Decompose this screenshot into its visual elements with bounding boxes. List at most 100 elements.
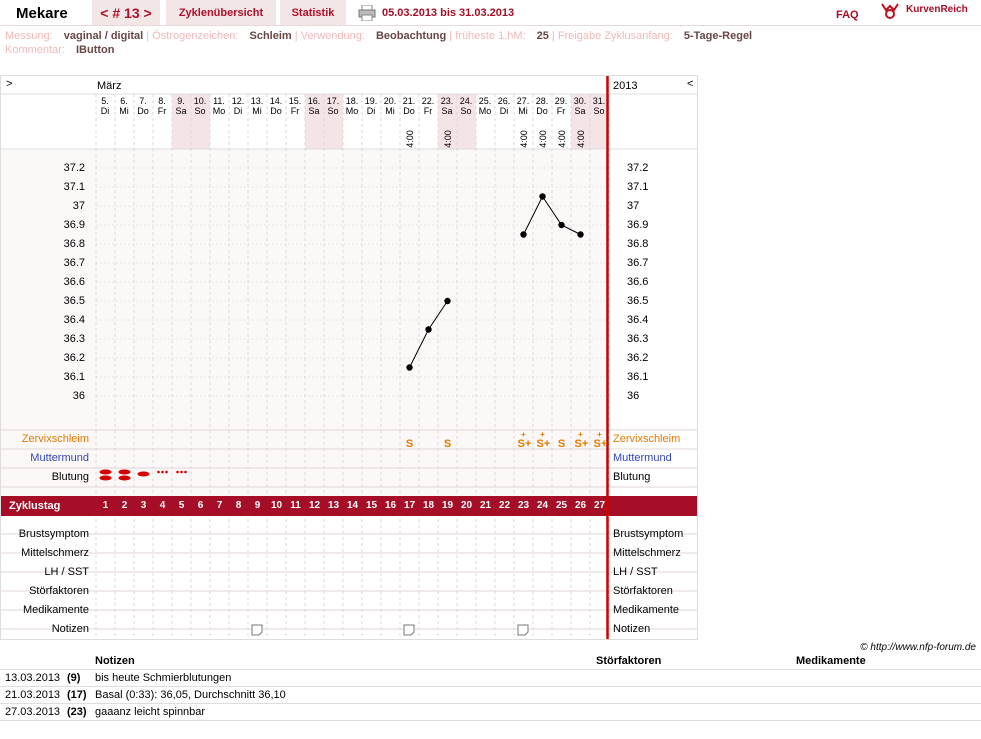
temp-axis-left-label: 36.7 (63, 257, 85, 269)
note-cycle-day: (17) (67, 689, 87, 701)
temp-axis-left-label: 36.4 (63, 314, 85, 326)
cycle-day-number: 9 (254, 500, 261, 511)
day-header-weekday: Mi (119, 106, 129, 116)
cycle-day-number: 12 (308, 500, 321, 511)
temp-axis-right-label: 36 (627, 390, 640, 402)
row-label-left: Störfaktoren (29, 585, 89, 597)
cycle-day-label: Zyklustag (9, 500, 61, 512)
day-header-weekday: Do (270, 106, 282, 116)
row-label-right: Muttermund (613, 452, 672, 464)
temp-axis-right-label: 36.7 (627, 257, 649, 269)
temp-axis-left-label: 36.2 (63, 352, 85, 364)
temp-axis-right-label: 36.5 (627, 295, 649, 307)
cycle-day-number: 4 (159, 500, 166, 511)
temp-axis-right-label: 36.6 (627, 276, 649, 288)
day-header-weekday: So (460, 106, 472, 116)
print-icon[interactable] (358, 4, 376, 22)
temp-axis-right-label: 36.8 (627, 238, 649, 250)
day-header-weekday: Mi (385, 106, 395, 116)
separator: | (294, 30, 298, 42)
cycle-day-number: 21 (479, 500, 492, 511)
cycle-day-number: 19 (441, 500, 454, 511)
cycle-day-number: 5 (178, 500, 185, 511)
day-header-weekday: Mi (252, 106, 262, 116)
measurement-time: 4:00 (404, 130, 415, 148)
day-header-weekday: Fr (423, 106, 433, 116)
cycle-day-number: 16 (384, 500, 397, 511)
temp-axis-left-label: 36 (72, 390, 85, 402)
day-header-weekday: Sa (175, 106, 187, 116)
row-label-left: LH / SST (44, 566, 89, 578)
temp-axis-left-label: 36.8 (63, 238, 85, 250)
mucus-symbol: + S+ (517, 431, 532, 451)
notes-header-row: Notizen Störfaktoren Medikamente (0, 653, 981, 670)
tab-statistics[interactable]: Statistik (280, 0, 346, 25)
cycle-day-number: 17 (403, 500, 416, 511)
mucus-letter: S+ (593, 438, 608, 450)
cycle-day-number: 13 (327, 500, 340, 511)
temp-axis-right-label: 36.3 (627, 333, 649, 345)
temp-axis-right-label: 36.1 (627, 371, 649, 383)
release-value: 5-Tage-Regel (683, 30, 753, 42)
row-label-right: Brustsymptom (613, 528, 684, 540)
cycle-day-number: 26 (574, 500, 587, 511)
row-label-right: LH / SST (613, 566, 658, 578)
notes-column-header: Notizen (95, 655, 135, 667)
separator: | (551, 30, 555, 42)
mucus-symbol: S (404, 432, 416, 450)
cycle-day-number: 1 (102, 500, 109, 511)
nav-prev-button[interactable]: > (6, 78, 12, 90)
medication-column-header: Medikamente (796, 655, 866, 667)
comment-label: Kommentar: (5, 44, 65, 56)
earliest-label: früheste 1.hM: (455, 30, 526, 42)
info-line-1: Messung: vaginal / digital | Östrogenzei… (5, 30, 752, 42)
temp-axis-right-label: 37 (627, 200, 640, 212)
day-header-weekday: So (593, 106, 605, 116)
cycle-info: Messung: vaginal / digital | Östrogenzei… (0, 28, 981, 62)
estrogen-label: Östrogenzeichen: (152, 30, 239, 42)
cycle-nav-button[interactable]: < # 13 > (92, 0, 160, 25)
temp-axis-left-label: 36.1 (63, 371, 85, 383)
temp-axis-left-label: 36.6 (63, 276, 85, 288)
cycle-day-number: 8 (235, 500, 242, 511)
note-text: gaaanz leicht spinnbar (95, 706, 206, 718)
temp-axis-left-label: 37.2 (63, 162, 85, 174)
row-label-left: Notizen (51, 623, 89, 635)
day-header-weekday: Fr (290, 106, 300, 116)
mucus-letter: S+ (574, 438, 589, 450)
disturbances-column-header: Störfaktoren (596, 655, 662, 667)
mucus-letter: S (557, 438, 566, 450)
tab-cycle-overview[interactable]: Zyklenübersicht (166, 0, 276, 25)
row-label-right: Notizen (613, 623, 651, 635)
mucus-symbol: S (442, 432, 454, 450)
cycle-day-number: 11 (290, 500, 301, 511)
cycle-day-number: 2 (121, 500, 128, 511)
cycle-day-number: 23 (517, 500, 530, 511)
row-label-right: Zervixschleim (613, 433, 681, 445)
day-header-weekday: Di (366, 106, 376, 116)
row-label-right: Blutung (613, 471, 651, 483)
cycle-day-number: 7 (216, 500, 223, 511)
measurement-time: 4:00 (442, 130, 453, 148)
faq-link[interactable]: FAQ (836, 9, 859, 21)
top-bar: Mekare < # 13 > Zyklenübersicht Statisti… (0, 0, 981, 26)
cycle-day-number: 27 (593, 500, 606, 511)
year-label: 2013 (613, 80, 638, 92)
mucus-symbol: + S+ (537, 431, 551, 451)
temp-axis-right-label: 37.1 (627, 181, 649, 193)
measurement-time: 4:00 (537, 130, 548, 148)
cycle-day-number: 25 (555, 500, 568, 511)
cycle-day-number: 24 (536, 500, 549, 511)
row-label-left: Mittelschmerz (21, 547, 89, 559)
day-header-weekday: Mo (478, 106, 492, 116)
nav-next-button[interactable]: < (687, 78, 693, 90)
mucus-letter: S+ (517, 438, 532, 450)
day-header-weekday: Di (100, 106, 110, 116)
row-label-left: Muttermund (30, 452, 89, 464)
day-header-weekday: Do (137, 106, 149, 116)
day-header-weekday: So (194, 106, 206, 116)
user-name: Mekare (16, 5, 68, 22)
brand-name: KurvenReich (906, 4, 968, 15)
measurement-label: Messung: (5, 30, 53, 42)
note-text: bis heute Schmierblutungen (95, 672, 232, 684)
